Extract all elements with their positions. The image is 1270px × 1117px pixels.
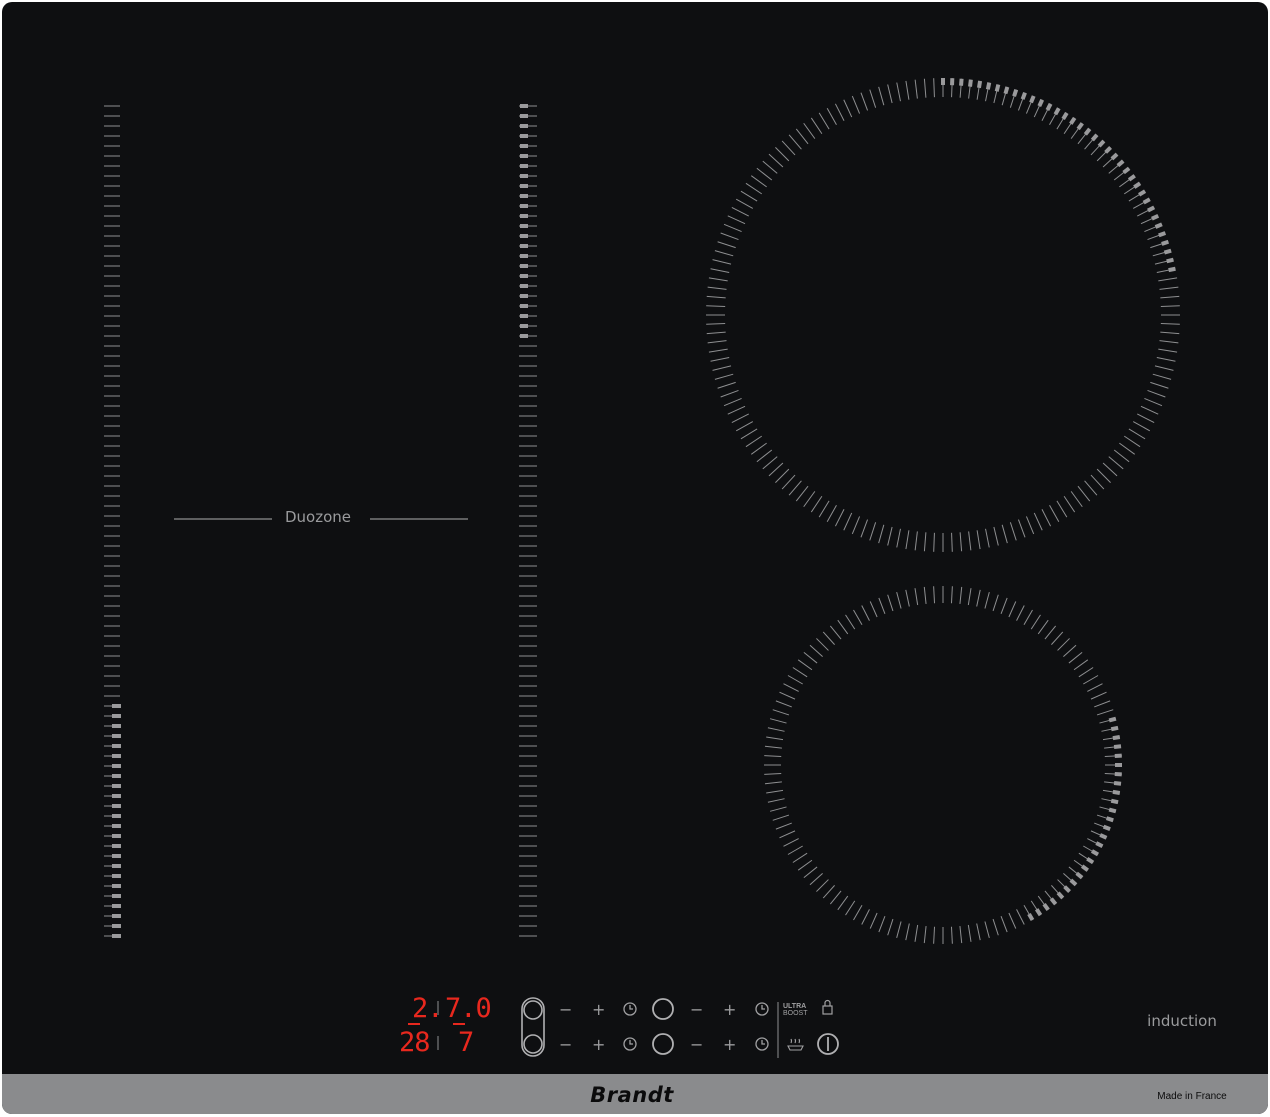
- plus-button[interactable]: +: [723, 1035, 736, 1054]
- made-in-label: Made in France: [1157, 1091, 1227, 1102]
- timer-icon[interactable]: [755, 1002, 769, 1016]
- zone-select-ring-icon[interactable]: [652, 998, 674, 1020]
- timer-icon[interactable]: [755, 1037, 769, 1051]
- slider-pill-icon[interactable]: [521, 997, 545, 1057]
- induction-cooktop: Duozone induction 2. 7.0 28 7 − + − + − …: [2, 2, 1268, 1114]
- lock-icon[interactable]: [822, 999, 833, 1015]
- minus-button[interactable]: −: [690, 1000, 703, 1019]
- brand-logo: Brandt: [590, 1083, 674, 1107]
- minus-button[interactable]: −: [559, 1000, 572, 1019]
- plus-button[interactable]: +: [592, 1000, 605, 1019]
- keep-warm-icon[interactable]: [787, 1038, 804, 1051]
- power-icon[interactable]: [817, 1033, 839, 1055]
- timer-icon[interactable]: [623, 1037, 637, 1051]
- touch-controls: [521, 997, 839, 1057]
- ultra-boost-label-2: BOOST: [783, 1010, 808, 1017]
- plus-button[interactable]: +: [723, 1000, 736, 1019]
- minus-button[interactable]: −: [559, 1035, 572, 1054]
- plus-button[interactable]: +: [592, 1035, 605, 1054]
- minus-button[interactable]: −: [690, 1035, 703, 1054]
- ultra-boost-label-1: ULTRA: [783, 1003, 807, 1010]
- timer-icon[interactable]: [623, 1002, 637, 1016]
- zone-select-ring-icon[interactable]: [652, 1033, 674, 1055]
